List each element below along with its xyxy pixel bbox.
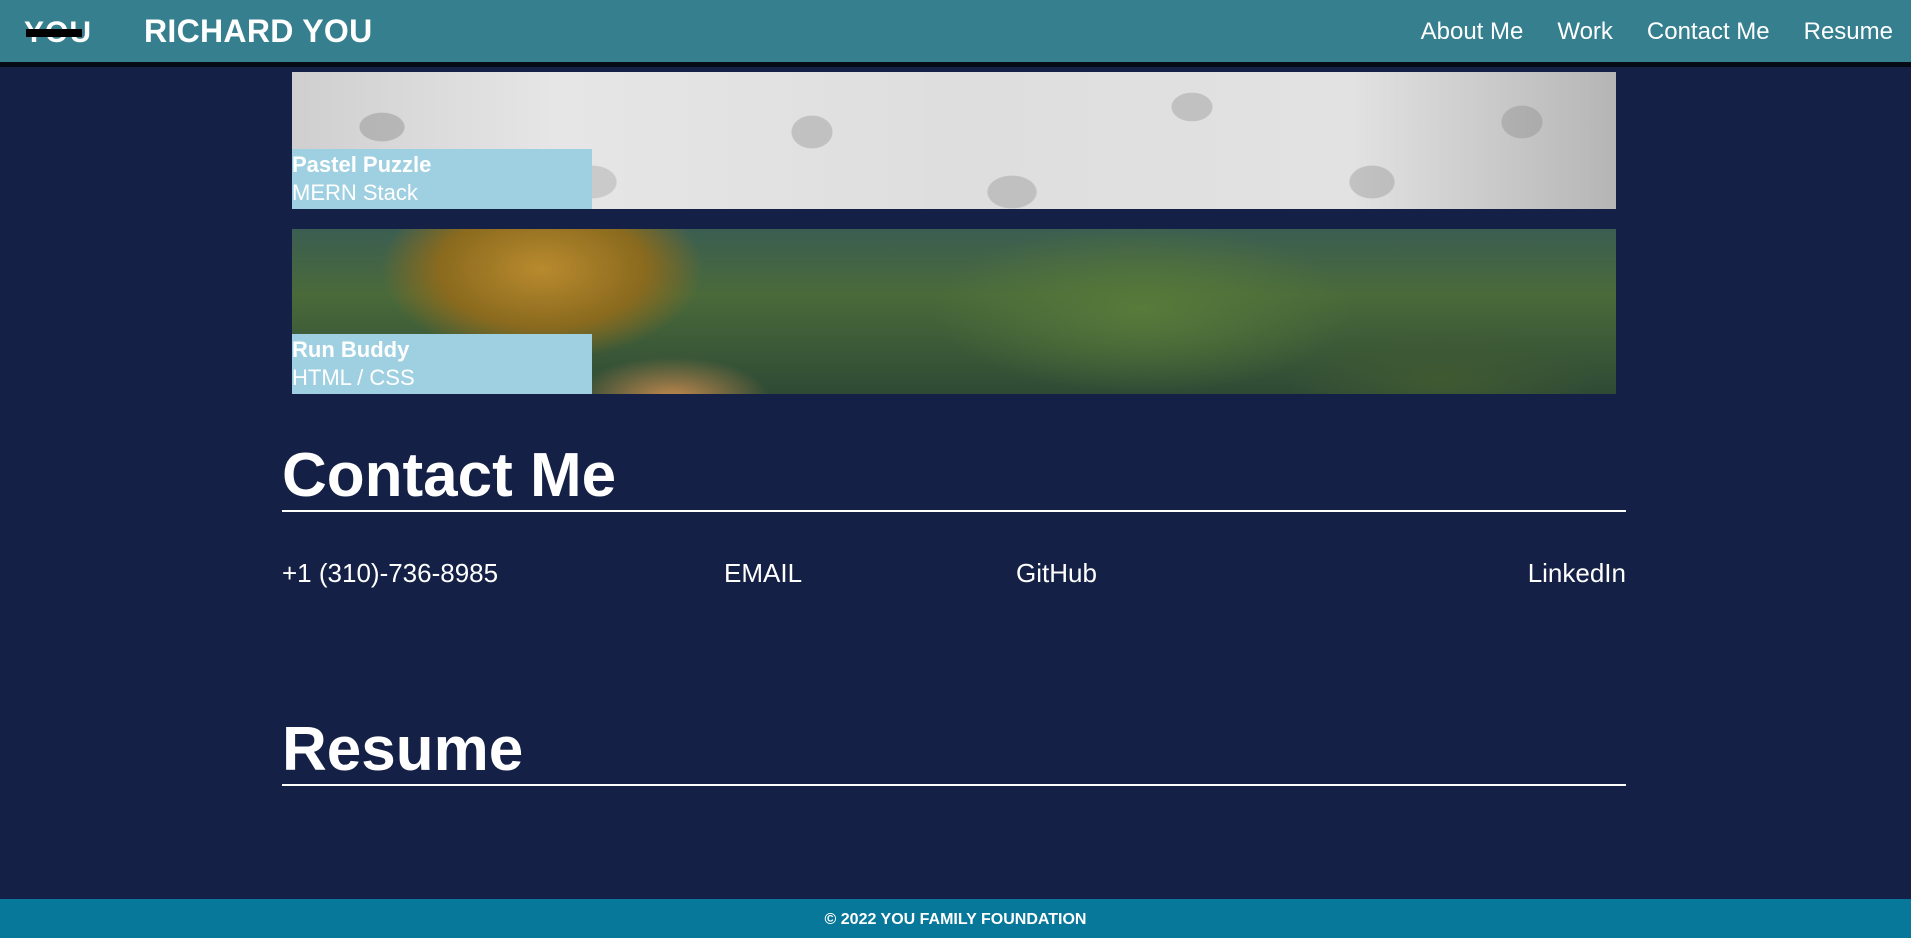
project-label: Run Buddy HTML / CSS [292,334,592,394]
project-label: Pastel Puzzle MERN Stack [292,149,592,209]
project-tech: MERN Stack [292,180,418,205]
project-title: Run Buddy [292,337,410,362]
main-nav: About Me Work Contact Me Resume [1387,18,1893,46]
nav-link-about-me[interactable]: About Me [1421,18,1524,46]
project-card-run-buddy[interactable]: Run Buddy HTML / CSS [292,229,1616,394]
project-title: Pastel Puzzle [292,152,432,177]
email-link[interactable]: EMAIL [724,558,802,589]
footer-text: © 2022 YOU FAMILY FOUNDATION [824,911,1087,928]
github-link[interactable]: GitHub [1016,558,1097,589]
logo[interactable]: YOU [24,14,91,52]
project-card-pastel-puzzle[interactable]: Pastel Puzzle MERN Stack [292,72,1616,209]
site-header: YOU RICHARD YOU About Me Work Contact Me… [0,0,1911,67]
linkedin-link[interactable]: LinkedIn [1528,558,1626,589]
nav-link-work[interactable]: Work [1557,18,1613,46]
resume-heading: Resume [282,718,1626,786]
project-tech: HTML / CSS [292,365,415,390]
contact-links: +1 (310)-736-8985 EMAIL GitHub LinkedIn [282,558,1626,592]
brand-name: RICHARD YOU [144,13,373,49]
nav-link-contact-me[interactable]: Contact Me [1647,18,1770,46]
nav-link-resume[interactable]: Resume [1804,18,1893,46]
logo-strike-bar [26,29,82,37]
page: YOU RICHARD YOU About Me Work Contact Me… [0,0,1911,938]
phone-link[interactable]: +1 (310)-736-8985 [282,558,498,589]
site-footer: © 2022 YOU FAMILY FOUNDATION [0,899,1911,938]
contact-heading: Contact Me [282,444,1626,512]
